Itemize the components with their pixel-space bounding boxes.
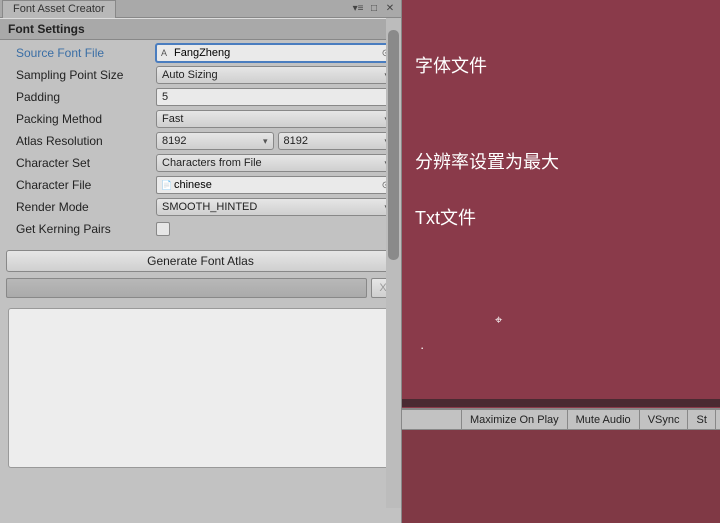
character-file-value: chinese: [174, 179, 212, 191]
row-character-set: Character Set Characters from File: [6, 152, 395, 174]
context-menu-icon[interactable]: ▾≡: [351, 3, 365, 15]
label-padding: Padding: [6, 90, 156, 104]
row-character-file: Character File 📄 chinese ⊙: [6, 174, 395, 196]
scrollbar-thumb[interactable]: [388, 30, 399, 260]
maximize-icon[interactable]: □: [367, 3, 381, 15]
toolbar-lead: [402, 410, 462, 429]
maximize-on-play-button[interactable]: Maximize On Play: [462, 410, 568, 429]
label-render-mode: Render Mode: [6, 200, 156, 214]
label-character-set: Character Set: [6, 156, 156, 170]
label-source-font: Source Font File: [6, 46, 156, 60]
close-icon[interactable]: ✕: [383, 3, 397, 15]
sampling-size-dropdown[interactable]: Auto Sizing: [156, 66, 395, 84]
annotation-resolution: 分辨率设置为最大: [415, 148, 559, 174]
character-set-dropdown[interactable]: Characters from File: [156, 154, 395, 172]
row-sampling-size: Sampling Point Size Auto Sizing: [6, 64, 395, 86]
separator-bar: [402, 399, 720, 407]
atlas-height-dropdown[interactable]: 8192: [278, 132, 396, 150]
atlas-width-dropdown[interactable]: 8192: [156, 132, 274, 150]
section-header: Font Settings: [0, 18, 401, 40]
font-icon: A: [161, 48, 171, 58]
padding-input[interactable]: [156, 88, 395, 106]
character-file-field[interactable]: 📄 chinese ⊙: [156, 176, 395, 194]
tab-font-asset-creator[interactable]: Font Asset Creator: [2, 0, 116, 18]
settings-form: Source Font File A FangZheng ⊙ Sampling …: [0, 40, 401, 476]
label-sampling-size: Sampling Point Size: [6, 68, 156, 82]
annotation-font-file: 字体文件: [415, 52, 487, 78]
label-packing-method: Packing Method: [6, 112, 156, 126]
scrollbar[interactable]: [386, 18, 401, 508]
window-buttons: ▾≡ □ ✕: [351, 3, 401, 15]
source-font-field[interactable]: A FangZheng ⊙: [156, 44, 395, 62]
game-toolbar: Maximize On Play Mute Audio VSync St: [402, 408, 720, 430]
row-packing-method: Packing Method Fast: [6, 108, 395, 130]
label-atlas-resolution: Atlas Resolution: [6, 134, 156, 148]
row-render-mode: Render Mode SMOOTH_HINTED: [6, 196, 395, 218]
render-mode-dropdown[interactable]: SMOOTH_HINTED: [156, 198, 395, 216]
label-kerning: Get Kerning Pairs: [6, 222, 156, 236]
generate-button[interactable]: Generate Font Atlas: [6, 250, 395, 272]
kerning-checkbox[interactable]: [156, 222, 170, 236]
row-atlas-resolution: Atlas Resolution 8192 8192: [6, 130, 395, 152]
packing-method-dropdown[interactable]: Fast: [156, 110, 395, 128]
vsync-button[interactable]: VSync: [640, 410, 689, 429]
game-view: [402, 430, 720, 523]
label-character-file: Character File: [6, 178, 156, 192]
output-box: [8, 308, 393, 468]
cursor-icon: ⌖: [495, 312, 502, 328]
text-asset-icon: 📄: [161, 180, 171, 191]
dot-icon: ·: [420, 340, 424, 355]
tab-bar: Font Asset Creator ▾≡ □ ✕: [0, 0, 401, 18]
annotation-txt-file: Txt文件: [415, 204, 476, 230]
progress-bar: [6, 278, 367, 298]
stats-button[interactable]: St: [688, 410, 715, 429]
row-source-font: Source Font File A FangZheng ⊙: [6, 42, 395, 64]
font-asset-creator-panel: Font Asset Creator ▾≡ □ ✕ Font Settings …: [0, 0, 402, 523]
row-padding: Padding: [6, 86, 395, 108]
source-font-value: FangZheng: [174, 47, 230, 59]
row-kerning: Get Kerning Pairs: [6, 218, 395, 240]
mute-audio-button[interactable]: Mute Audio: [568, 410, 640, 429]
progress-area: X: [6, 274, 395, 302]
